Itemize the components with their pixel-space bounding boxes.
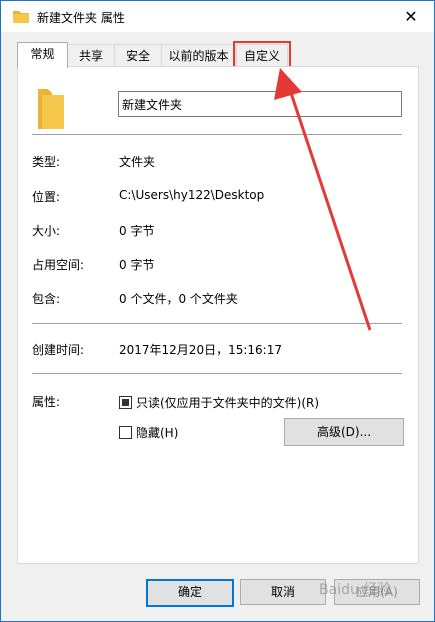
ok-button[interactable]: 确定: [146, 579, 234, 607]
size-value: 0 字节: [119, 224, 155, 238]
hidden-label[interactable]: 隐藏(H): [136, 424, 178, 441]
contains-value: 0 个文件，0 个文件夹: [119, 292, 238, 306]
created-value: 2017年12月20日，15:16:17: [119, 343, 282, 357]
created-label: 创建时间:: [32, 343, 85, 357]
general-panel: 新建文件夹 类型: 文件夹 位置: C:\Users\hy122\Desktop…: [17, 66, 419, 564]
folder-name-input[interactable]: 新建文件夹: [118, 91, 402, 117]
window-title: 新建文件夹 属性: [37, 11, 125, 25]
advanced-button[interactable]: 高级(D)...: [284, 418, 404, 446]
type-label: 类型:: [32, 155, 61, 169]
close-button[interactable]: ✕: [388, 1, 434, 32]
disk-size-value: 0 字节: [119, 258, 155, 272]
separator: [32, 323, 402, 324]
readonly-checkbox[interactable]: [119, 396, 132, 409]
properties-window: 新建文件夹 属性 ✕ 常规 共享 安全 以前的版本 自定义 新建文件夹 类型: …: [0, 0, 435, 622]
type-value: 文件夹: [119, 155, 156, 169]
location-value: C:\Users\hy122\Desktop: [119, 188, 265, 202]
disk-size-label: 占用空间:: [32, 258, 85, 272]
attributes-label: 属性:: [32, 395, 61, 409]
tab-general[interactable]: 常规: [17, 42, 68, 68]
baidu-watermark: Baidu 经验: [319, 582, 392, 598]
size-label: 大小:: [32, 224, 61, 238]
separator: [32, 373, 402, 374]
cancel-button[interactable]: 取消: [240, 579, 326, 605]
tab-previous-versions[interactable]: 以前的版本: [161, 44, 236, 67]
tab-security[interactable]: 安全: [114, 44, 162, 67]
location-label: 位置:: [32, 190, 61, 204]
tab-customize[interactable]: 自定义: [233, 41, 291, 70]
title-bar[interactable]: 新建文件夹 属性 ✕: [1, 1, 434, 32]
separator: [32, 134, 402, 135]
folder-icon: [38, 89, 64, 129]
tab-sharing[interactable]: 共享: [67, 44, 115, 67]
readonly-label[interactable]: 只读(仅应用于文件夹中的文件)(R): [136, 394, 319, 411]
hidden-checkbox[interactable]: [119, 426, 132, 439]
contains-label: 包含:: [32, 292, 61, 306]
folder-icon: [13, 11, 29, 23]
